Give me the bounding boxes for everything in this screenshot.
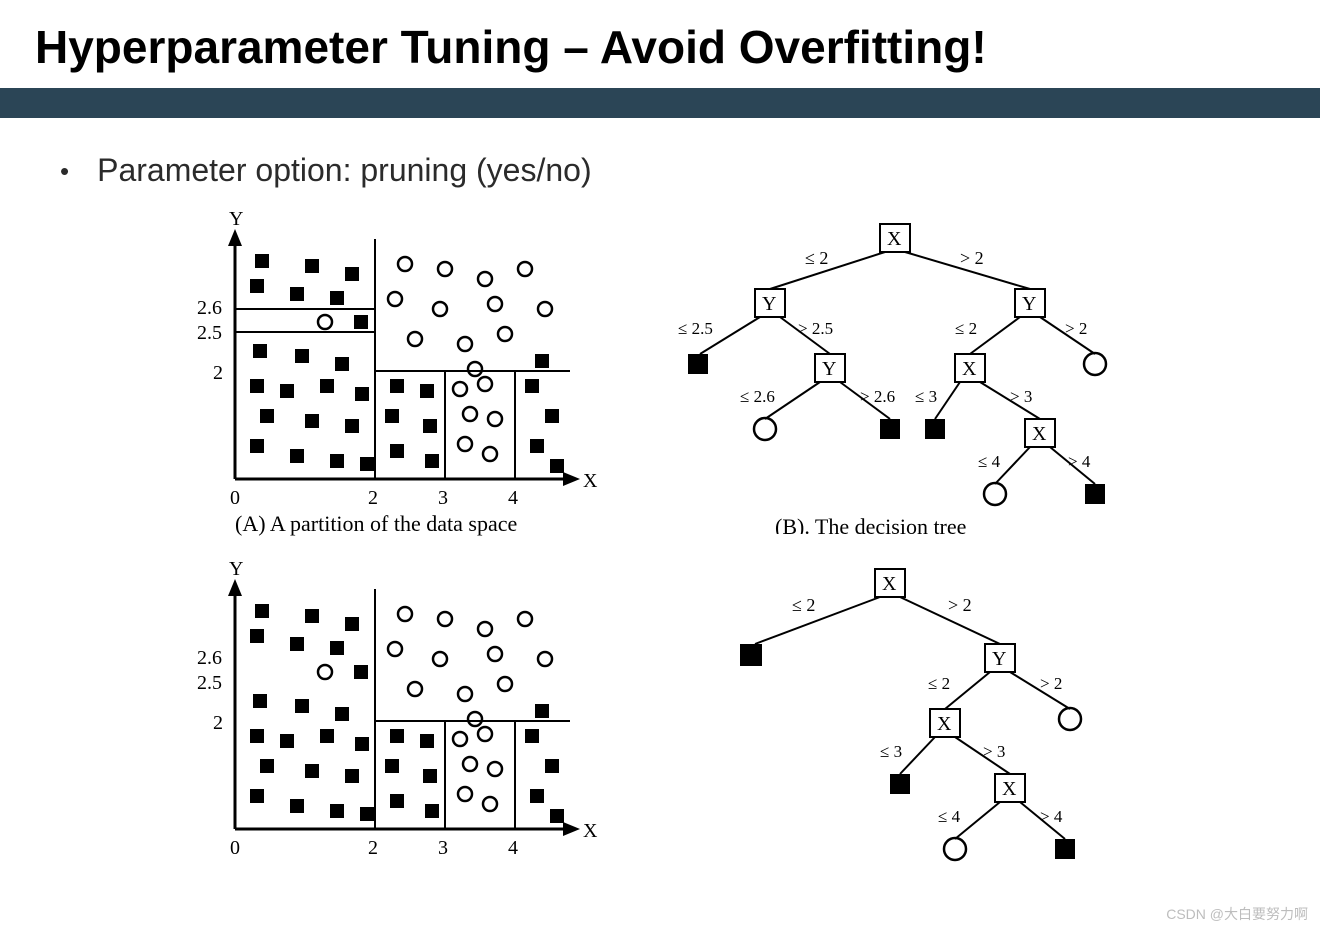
tree2-n6r: > 4 xyxy=(1040,807,1063,826)
y-tick-2: 2 xyxy=(213,362,223,384)
tree2-root-l: ≤ 2 xyxy=(792,595,815,615)
tree1-n4: Y xyxy=(822,358,836,380)
tree1-n5: X xyxy=(962,358,977,380)
class-square-markers xyxy=(250,254,564,473)
tree1-root-r: > 2 xyxy=(960,248,984,268)
tree1-n3: Y xyxy=(1022,293,1036,315)
tree1-n5l: ≤ 3 xyxy=(915,387,937,406)
x-tick-3-b: 3 xyxy=(438,837,448,859)
tree1-n6: X xyxy=(1032,423,1047,445)
tree2-n3l: ≤ 2 xyxy=(928,674,950,693)
y-tick-25: 2.5 xyxy=(197,322,222,344)
diagram-area: Y X 2.6 2.5 2 0 2 3 4 xyxy=(0,189,1320,889)
tree1-root: X xyxy=(887,228,902,250)
x-tick-3: 3 xyxy=(438,487,448,509)
x-tick-2-b: 2 xyxy=(368,837,378,859)
tree2-n6: X xyxy=(1002,778,1017,800)
tree1-n4r: > 2.6 xyxy=(860,387,895,406)
bullet-text: Parameter option: pruning (yes/no) xyxy=(97,152,591,189)
x-axis-label: X xyxy=(583,470,598,492)
tree2-n3r: > 2 xyxy=(1040,674,1062,693)
tree1-n2l: ≤ 2.5 xyxy=(678,319,713,338)
y-tick-26: 2.6 xyxy=(197,297,222,319)
x-axis-label-b: X xyxy=(583,820,598,842)
x-tick-4: 4 xyxy=(508,487,518,509)
tree1-root-l: ≤ 2 xyxy=(805,248,828,268)
tree1-n6r: > 4 xyxy=(1068,452,1091,471)
tree1-n5r: > 3 xyxy=(1010,387,1032,406)
decision-tree-bottom: X ≤ 2 > 2 Y ≤ 2 > 2 X ≤ 3 > 3 X ≤ 4 > 4 xyxy=(700,559,1160,869)
x-tick-0: 0 xyxy=(230,487,240,509)
tree2-n3: Y xyxy=(992,648,1006,670)
caption-b: (B). The decision tree xyxy=(775,514,966,534)
x-tick-4-b: 4 xyxy=(508,837,518,859)
decision-tree-top: X ≤ 2 > 2 Y ≤ 2.5 > 2.5 Y ≤ 2.6 > 2.6 Y … xyxy=(640,214,1160,534)
partition-plot-bottom: Y X 2.6 2.5 2 0 2 3 4 xyxy=(175,559,605,869)
y-tick-25-b: 2.5 xyxy=(197,672,222,694)
tree1-n6l: ≤ 4 xyxy=(978,452,1001,471)
caption-a: (A) A partition of the data space xyxy=(235,511,517,536)
bullet-dot-icon: • xyxy=(60,158,69,184)
watermark-text: CSDN @大白要努力啊 xyxy=(1166,904,1308,924)
tree2-n6l: ≤ 4 xyxy=(938,807,961,826)
slide-title: Hyperparameter Tuning – Avoid Overfittin… xyxy=(0,0,1320,88)
y-axis-label: Y xyxy=(229,209,243,230)
y-tick-26-b: 2.6 xyxy=(197,647,222,669)
class-square-markers-b xyxy=(250,604,564,823)
tree2-root: X xyxy=(882,573,897,595)
tree1-n4l: ≤ 2.6 xyxy=(740,387,775,406)
tree2-n5l: ≤ 3 xyxy=(880,742,902,761)
tree1-n2: Y xyxy=(762,293,776,315)
x-tick-0-b: 0 xyxy=(230,837,240,859)
partition-plot-top: Y X 2.6 2.5 2 0 2 3 4 xyxy=(175,209,605,539)
tree1-n3r: > 2 xyxy=(1065,319,1087,338)
title-underline-bar xyxy=(0,88,1320,118)
tree1-n3l: ≤ 2 xyxy=(955,319,977,338)
tree2-n5r: > 3 xyxy=(983,742,1005,761)
tree2-n5: X xyxy=(937,713,952,735)
y-axis-label-b: Y xyxy=(229,559,243,580)
tree2-root-r: > 2 xyxy=(948,595,972,615)
tree1-n2r: > 2.5 xyxy=(798,319,833,338)
y-tick-2-b: 2 xyxy=(213,712,223,734)
x-tick-2: 2 xyxy=(368,487,378,509)
bullet-item: • Parameter option: pruning (yes/no) xyxy=(0,118,1320,189)
